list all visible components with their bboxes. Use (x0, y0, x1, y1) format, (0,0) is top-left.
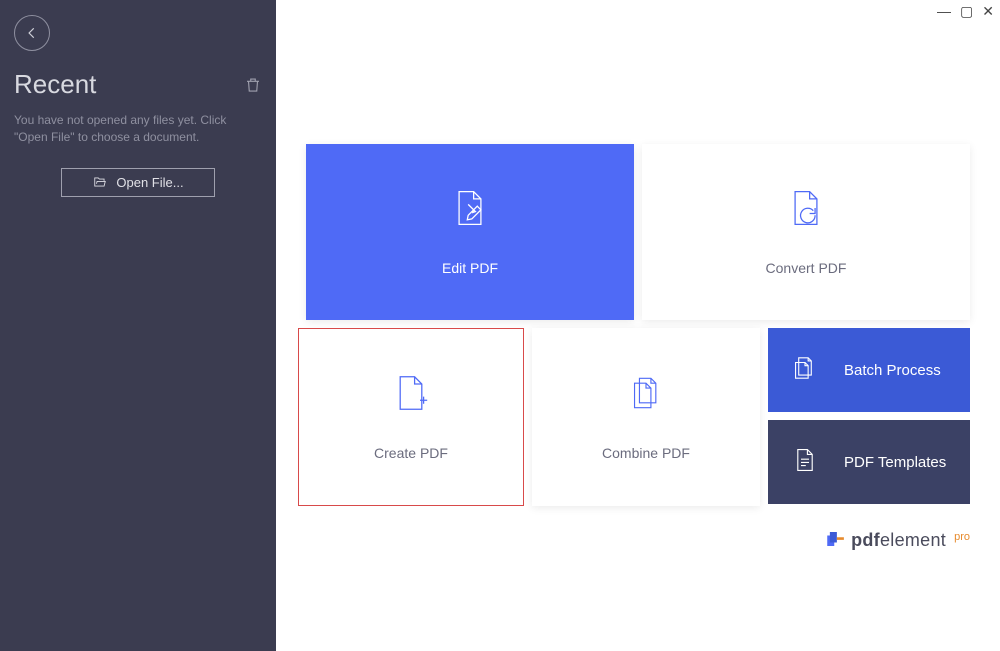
maximize-button[interactable]: ▢ (960, 4, 973, 18)
trash-icon[interactable] (244, 76, 262, 94)
side-tiles: Batch Process PDF Templates (768, 328, 970, 506)
edit-pdf-icon (451, 188, 489, 228)
open-file-label: Open File... (116, 175, 183, 190)
tile-label: PDF Templates (844, 454, 954, 471)
window-controls: — ▢ ✕ (937, 4, 994, 18)
tile-batch-process[interactable]: Batch Process (768, 328, 970, 412)
brand-footer: pdfelement pro (827, 530, 970, 551)
tile-label: Create PDF (374, 445, 448, 461)
combine-pdf-icon (628, 373, 664, 413)
create-pdf-icon (393, 373, 429, 413)
tile-label: Combine PDF (602, 445, 690, 461)
recent-title: Recent (14, 69, 96, 100)
recent-header: Recent (14, 69, 262, 100)
brand-logo-icon (827, 532, 845, 546)
back-button[interactable] (14, 15, 50, 51)
tile-label: Batch Process (844, 362, 954, 379)
tiles-area: Edit PDF Convert PDF Create PDF (298, 144, 970, 506)
main-area: — ▢ ✕ Edit PDF (276, 0, 1000, 651)
chevron-left-icon (25, 26, 39, 40)
close-button[interactable]: ✕ (982, 4, 994, 18)
tile-pdf-templates[interactable]: PDF Templates (768, 420, 970, 504)
folder-open-icon (92, 175, 108, 189)
open-file-button[interactable]: Open File... (61, 168, 215, 197)
tile-label: Convert PDF (766, 260, 847, 276)
tile-combine-pdf[interactable]: Combine PDF (532, 328, 760, 506)
tile-edit-pdf[interactable]: Edit PDF (306, 144, 634, 320)
batch-icon (794, 356, 816, 380)
tile-row-1: Edit PDF Convert PDF (298, 144, 970, 320)
brand-tier: pro (954, 531, 970, 543)
sidebar: Recent You have not opened any files yet… (0, 0, 276, 651)
brand-name: pdfelement (851, 530, 946, 551)
minimize-button[interactable]: — (937, 4, 951, 18)
tile-create-pdf[interactable]: Create PDF (298, 328, 524, 506)
recent-empty-message: You have not opened any files yet. Click… (14, 112, 262, 146)
tile-row-2: Create PDF Combine PDF (298, 328, 970, 506)
app-root: Recent You have not opened any files yet… (0, 0, 1000, 651)
tile-convert-pdf[interactable]: Convert PDF (642, 144, 970, 320)
templates-icon (794, 448, 816, 472)
tile-label: Edit PDF (442, 260, 498, 276)
convert-pdf-icon (787, 188, 825, 228)
